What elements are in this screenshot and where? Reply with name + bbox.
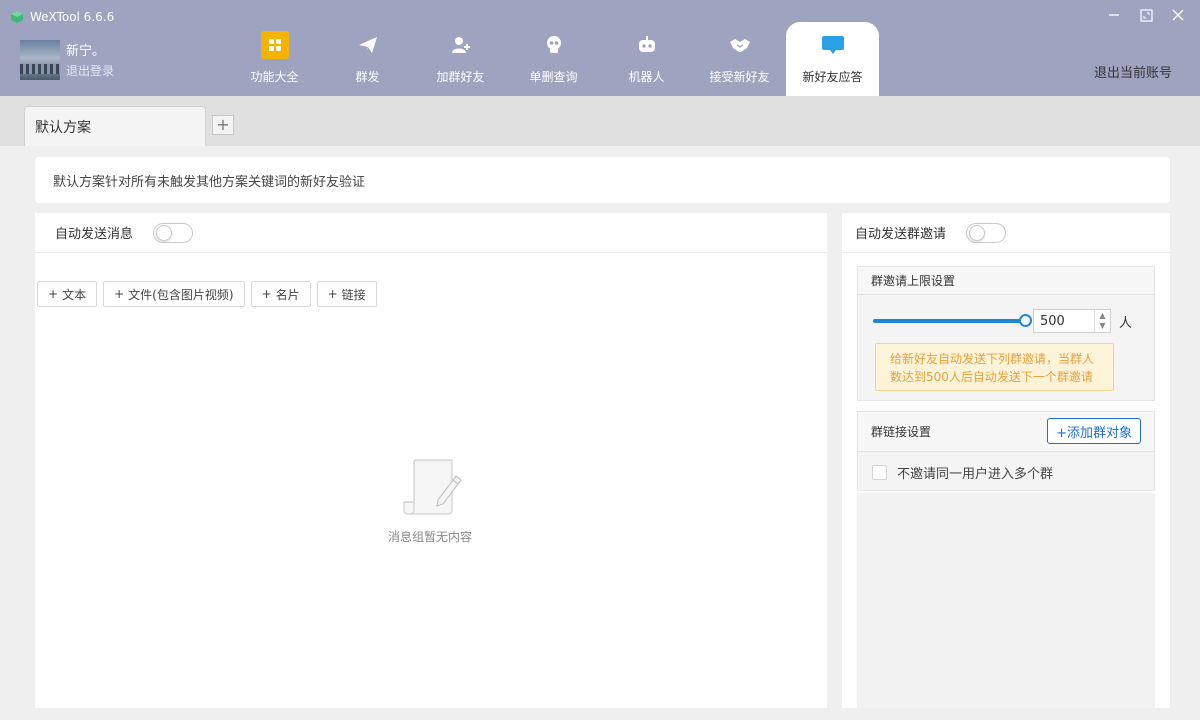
logout-link[interactable]: 退出登录 bbox=[66, 62, 114, 79]
app-title-bar: WeXTool 6.6.6 bbox=[10, 8, 114, 26]
auto-message-header: 自动发送消息 bbox=[35, 213, 827, 253]
skull-icon bbox=[539, 30, 569, 60]
slider-handle[interactable] bbox=[1019, 314, 1032, 327]
plus-icon: + bbox=[261, 287, 272, 301]
chat-icon bbox=[818, 30, 848, 60]
add-tab-button[interactable]: + bbox=[212, 115, 234, 135]
nav-item-single-delete-check[interactable]: 单删查询 bbox=[507, 22, 600, 96]
scheme-description: 默认方案针对所有未触发其他方案关键词的新好友验证 bbox=[35, 157, 1170, 203]
nav-label: 新好友应答 bbox=[802, 70, 863, 84]
top-bar: WeXTool 6.6.6 新宁。 退出登录 功能大全 群发 加群好友 单删查询… bbox=[0, 0, 1200, 96]
nav-item-add-group-friends[interactable]: 加群好友 bbox=[414, 22, 507, 96]
maximize-icon[interactable] bbox=[1138, 6, 1154, 24]
toggle-knob bbox=[969, 224, 986, 241]
group-invite-panel: 自动发送群邀请 群邀请上限设置 500 ▲ ▼ 人 给新好友自动发送下列群邀请，… bbox=[842, 213, 1170, 708]
add-user-icon bbox=[446, 30, 476, 60]
add-file-button[interactable]: + 文件(包含图片视频) bbox=[103, 281, 245, 307]
invite-limit-row: 500 ▲ ▼ 人 bbox=[873, 309, 1132, 333]
handshake-icon bbox=[725, 30, 755, 60]
add-file-label: 文件(包含图片视频) bbox=[128, 287, 234, 302]
invite-limit-title: 群邀请上限设置 bbox=[858, 267, 1154, 295]
add-card-button[interactable]: + 名片 bbox=[250, 281, 311, 307]
nav-label: 接受新好友 bbox=[709, 70, 770, 84]
user-name: 新宁。 bbox=[66, 44, 106, 59]
group-link-section: 群链接设置 +添加群对象 不邀请同一用户进入多个群 bbox=[857, 411, 1155, 491]
scheme-tabs: 默认方案 + bbox=[0, 96, 1200, 146]
no-multi-group-label: 不邀请同一用户进入多个群 bbox=[897, 466, 1054, 482]
add-link-button[interactable]: + 链接 bbox=[316, 281, 377, 307]
auto-message-toggle[interactable] bbox=[153, 222, 194, 243]
robot-icon bbox=[632, 30, 662, 60]
group-invite-toggle[interactable] bbox=[966, 222, 1007, 243]
add-link-label: 链接 bbox=[341, 287, 366, 302]
paper-plane-icon bbox=[353, 30, 383, 60]
nav-item-accept-new-friends[interactable]: 接受新好友 bbox=[693, 22, 786, 96]
invite-limit-section: 群邀请上限设置 500 ▲ ▼ 人 给新好友自动发送下列群邀请，当群人 数达到5… bbox=[857, 266, 1155, 401]
user-profile: 新宁。 退出登录 bbox=[20, 40, 114, 80]
chevron-up-icon[interactable]: ▲ bbox=[1099, 312, 1105, 320]
auto-message-panel: 自动发送消息 + 文本 + 文件(包含图片视频) + 名片 + 链接 消息组暂无… bbox=[35, 213, 827, 708]
exit-account-link[interactable]: 退出当前账号 bbox=[1094, 62, 1172, 81]
notice-line: 数达到500人后自动发送下一个群邀请 bbox=[890, 370, 1093, 384]
no-multi-group-checkbox[interactable] bbox=[872, 464, 887, 480]
chevron-down-icon[interactable]: ▼ bbox=[1099, 322, 1105, 330]
plus-icon: + bbox=[48, 287, 59, 301]
group-invite-title: 自动发送群邀请 bbox=[855, 227, 947, 242]
plus-icon: + bbox=[327, 287, 338, 301]
invite-limit-slider[interactable] bbox=[873, 314, 1032, 327]
empty-message: 消息组暂无内容 bbox=[387, 530, 472, 544]
message-add-buttons: + 文本 + 文件(包含图片视频) + 名片 + 链接 bbox=[37, 281, 377, 307]
grid-icon bbox=[260, 30, 290, 60]
minimize-icon[interactable] bbox=[1106, 6, 1122, 24]
add-text-label: 文本 bbox=[62, 287, 87, 302]
toggle-knob bbox=[156, 224, 173, 241]
invite-limit-stepper[interactable]: 500 ▲ ▼ bbox=[1033, 309, 1111, 333]
main-nav: 功能大全 群发 加群好友 单删查询 机器人 接受新好友 新好友应答 bbox=[228, 22, 879, 96]
nav-item-robot[interactable]: 机器人 bbox=[600, 22, 693, 96]
invite-limit-value[interactable]: 500 bbox=[1034, 314, 1094, 329]
nav-label: 单删查询 bbox=[529, 70, 578, 84]
app-logo-icon bbox=[11, 11, 23, 23]
slider-fill bbox=[873, 319, 1025, 323]
nav-label: 群发 bbox=[355, 70, 380, 84]
add-text-button[interactable]: + 文本 bbox=[37, 281, 98, 307]
nav-label: 加群好友 bbox=[436, 70, 485, 84]
nav-item-mass-send[interactable]: 群发 bbox=[321, 22, 414, 96]
tab-default-scheme[interactable]: 默认方案 bbox=[24, 106, 206, 146]
add-card-label: 名片 bbox=[275, 287, 300, 302]
invite-limit-unit: 人 bbox=[1119, 315, 1133, 331]
group-list-area bbox=[857, 493, 1155, 708]
empty-document-icon bbox=[403, 459, 462, 515]
nav-item-features[interactable]: 功能大全 bbox=[228, 22, 321, 96]
auto-message-title: 自动发送消息 bbox=[55, 227, 134, 242]
close-icon[interactable] bbox=[1170, 6, 1186, 24]
window-controls bbox=[1106, 6, 1186, 24]
app-title: WeXTool 6.6.6 bbox=[30, 10, 115, 24]
nav-label: 机器人 bbox=[628, 70, 665, 84]
avatar bbox=[20, 40, 60, 80]
nav-item-new-friend-reply[interactable]: 新好友应答 bbox=[786, 22, 879, 96]
empty-state: 消息组暂无内容 bbox=[375, 458, 485, 545]
invite-limit-notice: 给新好友自动发送下列群邀请，当群人 数达到500人后自动发送下一个群邀请 bbox=[875, 343, 1114, 391]
notice-line: 给新好友自动发送下列群邀请，当群人 bbox=[890, 352, 1095, 366]
no-multi-group-option[interactable]: 不邀请同一用户进入多个群 bbox=[858, 452, 1154, 492]
stepper-arrows: ▲ ▼ bbox=[1094, 310, 1110, 332]
add-group-target-button[interactable]: +添加群对象 bbox=[1047, 418, 1141, 444]
group-invite-header: 自动发送群邀请 bbox=[842, 213, 1170, 253]
plus-icon: + bbox=[114, 287, 125, 301]
nav-label: 功能大全 bbox=[250, 70, 299, 84]
